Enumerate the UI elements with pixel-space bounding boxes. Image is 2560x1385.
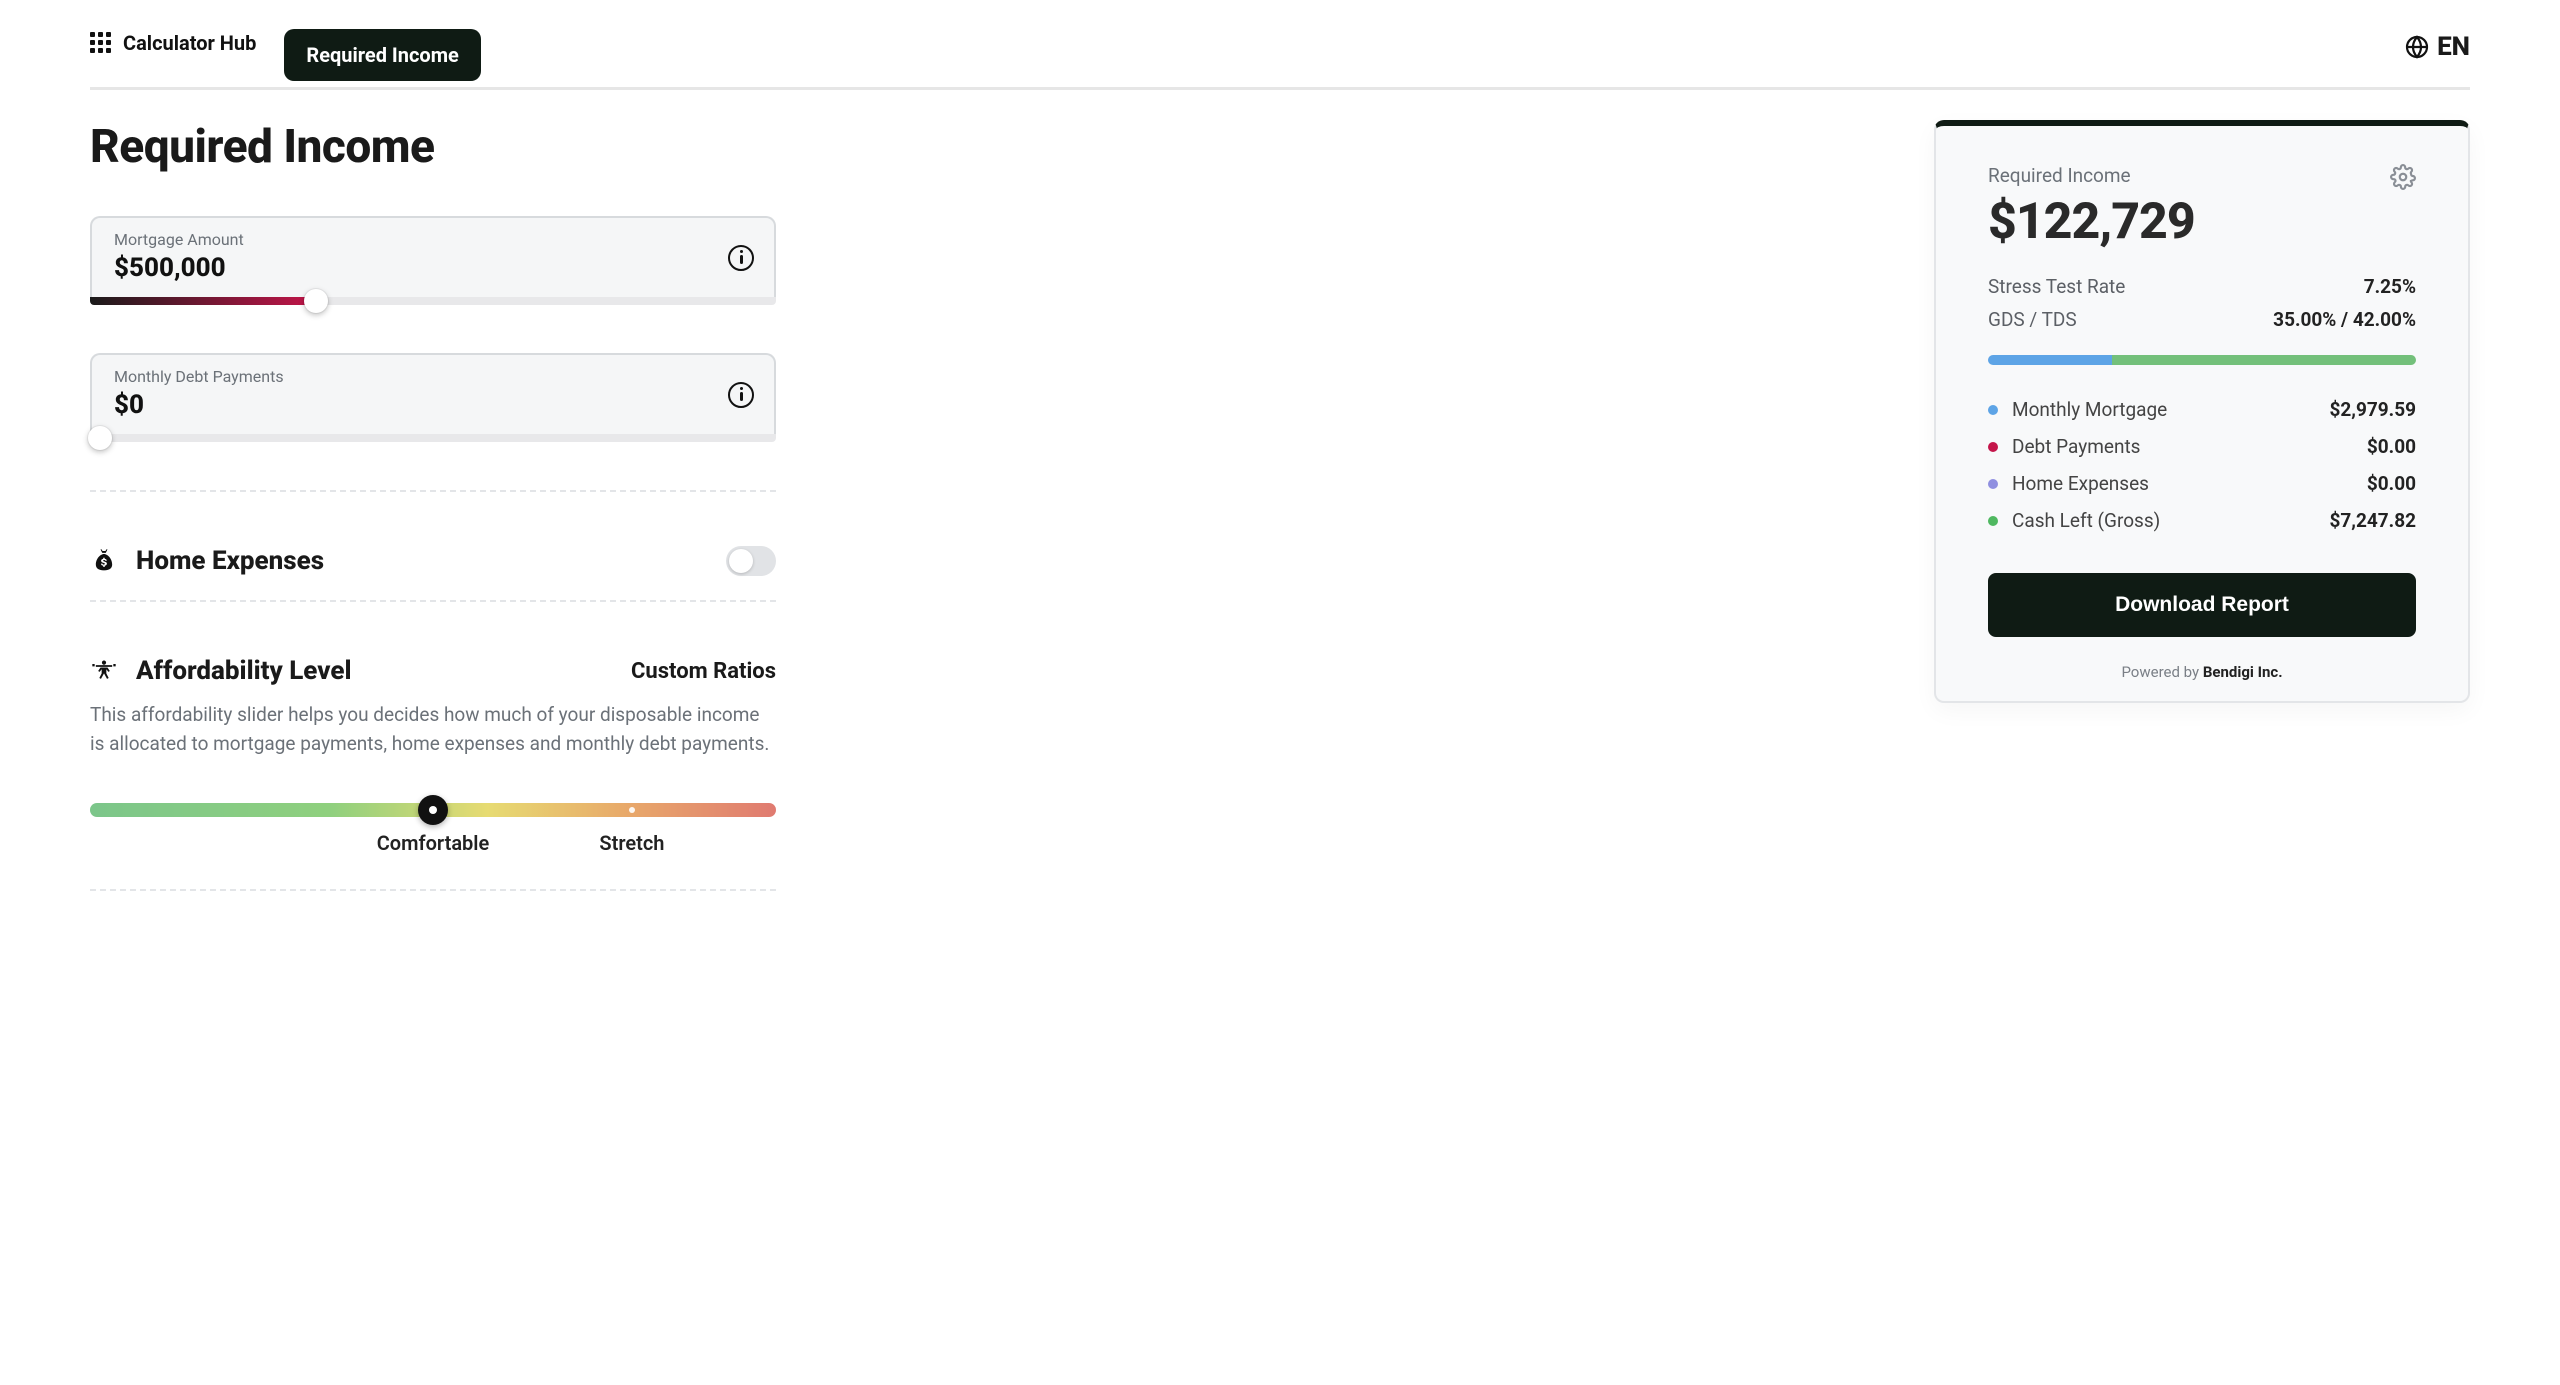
affordability-description: This affordability slider helps you deci… [90, 700, 776, 759]
toggle-knob [729, 549, 753, 573]
ratio-bar-segment-cash [2112, 355, 2416, 365]
breakdown-row-debt: Debt Payments $0.00 [1988, 428, 2416, 465]
affordability-label-comfortable: Comfortable [377, 831, 490, 855]
slider-thumb[interactable] [304, 289, 328, 313]
hub-label: Calculator Hub [123, 31, 256, 55]
money-bag-icon [90, 547, 118, 575]
stress-test-label: Stress Test Rate [1988, 275, 2125, 298]
divider [90, 600, 776, 602]
gear-icon[interactable] [2390, 164, 2416, 190]
download-report-button[interactable]: Download Report [1988, 573, 2416, 637]
apps-grid-icon [90, 32, 111, 53]
powered-company: Bendigi Inc. [2203, 663, 2283, 681]
breakdown-amount: $7,247.82 [2330, 509, 2417, 532]
breakdown-name: Debt Payments [2012, 435, 2140, 458]
mortgage-amount-label: Mortgage Amount [114, 230, 752, 249]
mortgage-amount-field[interactable]: Mortgage Amount $500,000 [90, 216, 776, 297]
bullet-icon [1988, 479, 1998, 489]
divider [90, 490, 776, 492]
tab-label: Required Income [306, 43, 458, 67]
custom-ratios-link[interactable]: Custom Ratios [631, 659, 776, 684]
gds-tds-label: GDS / TDS [1988, 308, 2077, 331]
powered-prefix: Powered by [2121, 663, 2202, 681]
bullet-icon [1988, 442, 1998, 452]
breakdown-row-home: Home Expenses $0.00 [1988, 465, 2416, 502]
affordability-section-header: Affordability Level Custom Ratios [90, 632, 776, 700]
ratio-bar-segment-mortgage [1988, 355, 2112, 365]
gds-tds-row: GDS / TDS 35.00% / 42.00% [1988, 308, 2416, 331]
affordability-thumb[interactable] [418, 795, 448, 825]
breakdown-name: Cash Left (Gross) [2012, 509, 2160, 532]
info-icon[interactable] [728, 382, 754, 408]
breakdown-name: Home Expenses [2012, 472, 2149, 495]
required-income-label: Required Income [1988, 164, 2195, 187]
top-bar: Calculator Hub Required Income EN [90, 0, 2470, 90]
info-icon[interactable] [728, 245, 754, 271]
home-expenses-toggle[interactable] [726, 546, 776, 576]
powered-by: Powered by Bendigi Inc. [1988, 663, 2416, 681]
mortgage-amount-value: $500,000 [114, 253, 752, 283]
affordability-slider[interactable] [90, 803, 776, 817]
breakdown-amount: $0.00 [2367, 435, 2416, 458]
gds-tds-value: 35.00% / 42.00% [2273, 308, 2416, 331]
divider [90, 889, 776, 891]
breakdown-list: Monthly Mortgage $2,979.59 Debt Payments… [1988, 391, 2416, 539]
bullet-icon [1988, 405, 1998, 415]
slider-thumb[interactable] [88, 426, 112, 450]
page-title: Required Income [90, 120, 776, 174]
language-code: EN [2437, 32, 2470, 62]
home-expenses-section: Home Expenses [90, 522, 776, 600]
breakdown-amount: $0.00 [2367, 472, 2416, 495]
affordability-label-stretch: Stretch [599, 831, 664, 855]
affordability-stretch-marker [629, 807, 635, 813]
affordability-title: Affordability Level [136, 656, 352, 686]
mortgage-amount-slider[interactable] [90, 297, 776, 305]
monthly-debt-slider[interactable] [90, 434, 776, 442]
breakdown-row-cash: Cash Left (Gross) $7,247.82 [1988, 502, 2416, 539]
stress-test-value: 7.25% [2364, 275, 2416, 298]
breakdown-name: Monthly Mortgage [2012, 398, 2167, 421]
results-card: Required Income $122,729 Stress Test Rat… [1934, 120, 2470, 703]
globe-icon [2405, 35, 2429, 59]
monthly-debt-value: $0 [114, 390, 752, 420]
monthly-debt-label: Monthly Debt Payments [114, 367, 752, 386]
language-selector[interactable]: EN [2405, 32, 2470, 82]
weightlifter-icon [90, 657, 118, 685]
breakdown-row-mortgage: Monthly Mortgage $2,979.59 [1988, 391, 2416, 428]
breakdown-amount: $2,979.59 [2330, 398, 2417, 421]
home-expenses-title: Home Expenses [136, 546, 324, 576]
bullet-icon [1988, 516, 1998, 526]
required-income-value: $122,729 [1988, 193, 2195, 251]
stress-test-row: Stress Test Rate 7.25% [1988, 275, 2416, 298]
ratio-bar [1988, 355, 2416, 365]
required-income-tab[interactable]: Required Income [284, 29, 480, 81]
calculator-hub-tab[interactable]: Calculator Hub [90, 31, 256, 83]
monthly-debt-field[interactable]: Monthly Debt Payments $0 [90, 353, 776, 434]
